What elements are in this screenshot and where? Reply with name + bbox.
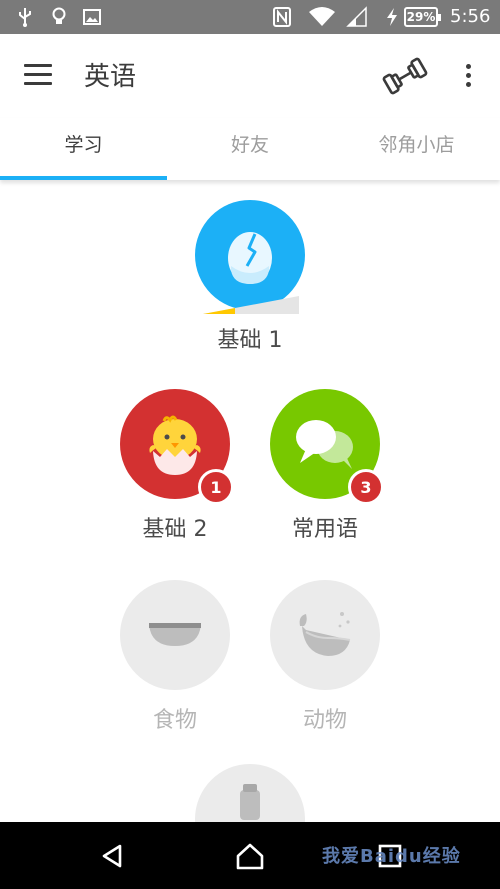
skill-badge: 1: [198, 469, 234, 505]
more-vert-icon[interactable]: [455, 60, 483, 92]
wifi-icon: [306, 0, 338, 34]
skill-label: 动物: [302, 708, 347, 733]
screen: 29% 5:56 英语 学习 好友 邻角小店 基础 1 1 基础 2 3 常用语…: [0, 0, 500, 889]
bowl-icon: [149, 623, 201, 646]
skill-phrases[interactable]: 3 常用语: [265, 389, 385, 543]
chick-icon: [149, 415, 201, 475]
clock: 5:56: [450, 6, 491, 27]
skill-locked-partial[interactable]: [195, 764, 305, 822]
charging-icon: [382, 0, 402, 34]
skill-label: 基础 1: [217, 328, 283, 353]
speech-bubbles-icon: [296, 420, 353, 469]
cracked-egg-icon: [228, 232, 272, 284]
home-icon[interactable]: [215, 822, 285, 889]
skill-label: 常用语: [291, 517, 358, 542]
nav-bar: 我爱Baidu经验: [0, 822, 500, 889]
tab-bar: 学习 好友 邻角小店: [0, 118, 500, 180]
tab-shop[interactable]: 邻角小店: [333, 118, 500, 176]
skill-animals[interactable]: 动物: [265, 580, 385, 734]
skill-circle: [195, 200, 305, 314]
usb-icon: [14, 0, 36, 34]
image-icon: [80, 0, 104, 34]
skill-label: 食物: [152, 708, 197, 733]
dumbbell-icon[interactable]: [380, 54, 430, 98]
tab-learn[interactable]: 学习: [0, 118, 167, 176]
app-bar: 英语: [0, 34, 500, 118]
whale-icon: [299, 612, 351, 656]
skill-basics-1[interactable]: 基础 1: [190, 200, 310, 354]
tab-indicator: [0, 176, 167, 180]
nfc-icon: [270, 0, 294, 34]
back-icon[interactable]: [77, 822, 147, 889]
menu-icon[interactable]: [24, 64, 52, 86]
skill-circle: 1: [120, 389, 234, 505]
skill-food[interactable]: 食物: [115, 580, 235, 734]
status-bar: 29% 5:56: [0, 0, 500, 34]
skill-circle: 3: [270, 389, 384, 505]
skill-basics-2[interactable]: 1 基础 2: [115, 389, 235, 543]
skill-label: 基础 2: [142, 517, 208, 542]
skill-tree: 基础 1 1 基础 2 3 常用语 食物 动物: [0, 180, 500, 822]
page-title: 英语: [84, 62, 137, 92]
skill-circle: [270, 580, 380, 690]
tab-friends[interactable]: 好友: [167, 118, 333, 176]
battery-indicator: 29%: [404, 7, 441, 27]
lightbulb-icon: [48, 0, 70, 34]
skill-badge: 3: [348, 469, 384, 505]
watermark: 我爱Baidu经验: [322, 846, 461, 867]
signal-icon: [344, 0, 370, 34]
skill-circle: [120, 580, 230, 690]
